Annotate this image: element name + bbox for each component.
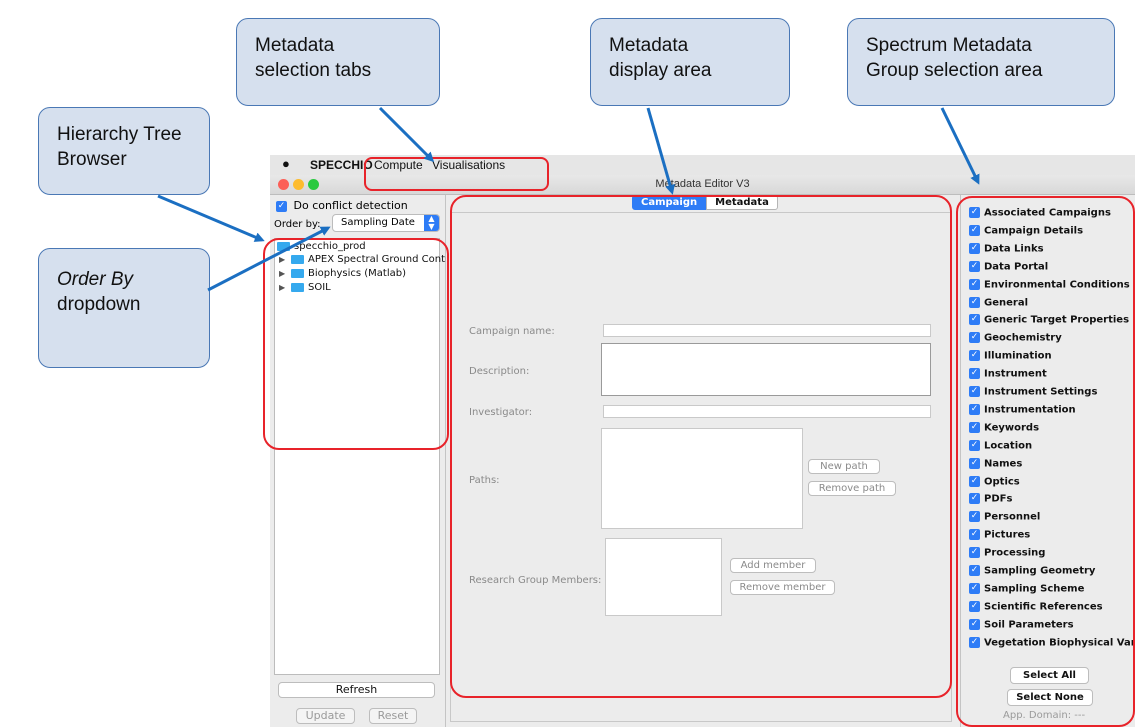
arrow-to-tree: [157, 194, 265, 242]
arrow-to-tabs: [378, 106, 435, 163]
arrow-to-order-by: [207, 226, 331, 292]
arrow-to-display: [646, 107, 675, 195]
arrow-to-group: [940, 107, 980, 185]
annotation-arrows: [157, 106, 980, 292]
